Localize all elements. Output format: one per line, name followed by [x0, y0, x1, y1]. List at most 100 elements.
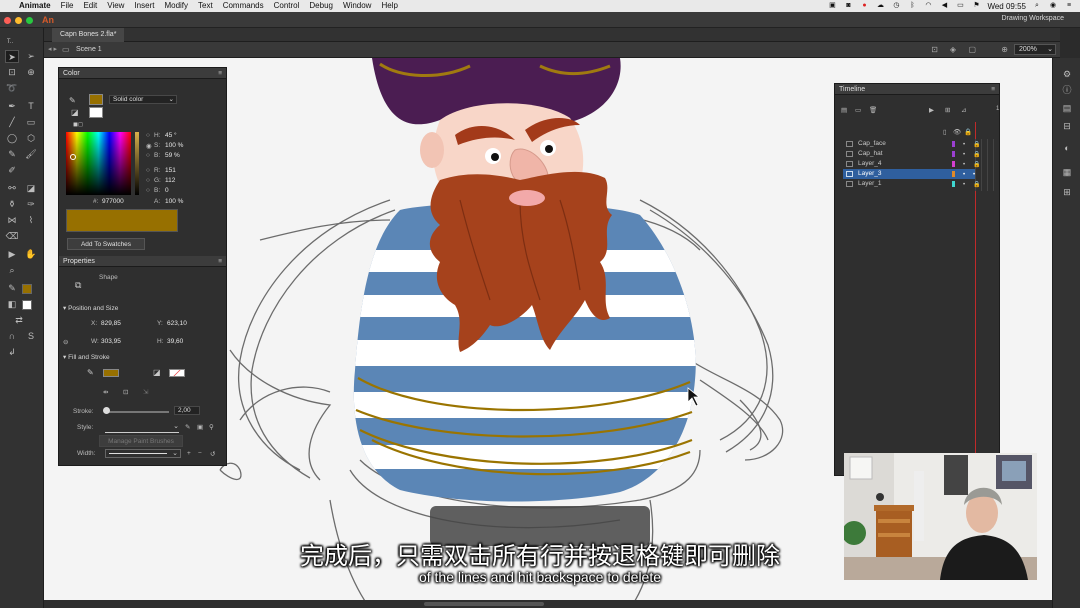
- asset-warp-tool-icon[interactable]: ⌇: [24, 214, 38, 227]
- g-value[interactable]: 112: [165, 177, 175, 184]
- new-folder-icon[interactable]: ▭: [855, 106, 861, 114]
- cloud-icon[interactable]: ☁: [875, 2, 885, 10]
- time-machine-icon[interactable]: ◷: [891, 2, 901, 10]
- menu-insert[interactable]: Insert: [129, 0, 159, 12]
- stroke-slider[interactable]: [105, 411, 169, 413]
- new-layer-icon[interactable]: ▤: [841, 106, 847, 114]
- g-radio[interactable]: ○: [146, 177, 150, 184]
- ink-bottle-tool-icon[interactable]: ⚱: [5, 198, 19, 211]
- brush-library-icon[interactable]: ▣: [197, 423, 203, 431]
- transform-icon[interactable]: ⊞: [1060, 186, 1074, 199]
- r-value[interactable]: 151: [165, 167, 176, 174]
- stroke-pencil-icon[interactable]: ✎: [69, 96, 76, 105]
- outline-toggle-icon[interactable]: ▯: [943, 128, 947, 136]
- stroke-swatch[interactable]: [89, 94, 103, 105]
- manage-paint-brushes-button[interactable]: Manage Paint Brushes: [99, 435, 183, 447]
- layer-name[interactable]: Cap_hat: [858, 149, 883, 159]
- brightness-slider[interactable]: [135, 132, 139, 195]
- horizontal-scrollbar[interactable]: [44, 600, 1052, 608]
- hex-value[interactable]: 977000: [102, 198, 124, 205]
- stroke-slider-handle[interactable]: [103, 407, 110, 414]
- width-profile-select[interactable]: ⌄: [105, 449, 181, 458]
- h-value[interactable]: 45 °: [165, 132, 177, 139]
- snap-magnet-icon[interactable]: ∩: [5, 330, 19, 343]
- color-spectrum[interactable]: [66, 132, 131, 195]
- bone-tool-icon[interactable]: ⚯: [5, 182, 19, 195]
- menu-text[interactable]: Text: [193, 0, 218, 12]
- clock[interactable]: Wed 09:55: [987, 2, 1026, 11]
- menu-debug[interactable]: Debug: [304, 0, 338, 12]
- paint-brush-tool-icon[interactable]: ✐: [5, 164, 19, 177]
- selection-tool-icon[interactable]: ➤: [5, 50, 19, 63]
- h-size-value[interactable]: 39,60: [167, 338, 183, 345]
- hand-tool-icon[interactable]: ✋: [24, 248, 38, 261]
- eyedropper-tool-icon[interactable]: ✑: [24, 198, 38, 211]
- timeline-menu-icon[interactable]: ≡: [991, 86, 995, 93]
- camera-icon[interactable]: ◙: [843, 2, 853, 10]
- scene-label[interactable]: Scene 1: [76, 46, 102, 53]
- center-stage-icon[interactable]: ⊕: [1001, 45, 1008, 54]
- swap-colors-icon[interactable]: ⇄: [12, 314, 26, 327]
- width-tool-icon[interactable]: ⋈: [5, 214, 19, 227]
- fill-color-swatch[interactable]: [22, 300, 32, 310]
- pencil-tool-icon[interactable]: ✎: [5, 148, 19, 161]
- blue-value[interactable]: 0: [165, 187, 169, 194]
- layer-visible-dot[interactable]: •: [963, 180, 965, 190]
- stroke-color-swatch[interactable]: [22, 284, 32, 294]
- back-arrow-icon[interactable]: ◂ ▸: [48, 45, 57, 53]
- menu-modify[interactable]: Modify: [159, 0, 193, 12]
- battery-icon[interactable]: ▭: [955, 2, 965, 10]
- camera-layer-icon[interactable]: ▶: [929, 106, 934, 114]
- h-radio[interactable]: ○: [146, 132, 150, 139]
- w-value[interactable]: 303,95: [101, 338, 121, 345]
- expand-icon[interactable]: ⇲: [143, 388, 148, 396]
- volume-icon[interactable]: ◀: [939, 2, 949, 10]
- menu-list-icon[interactable]: ≡: [1064, 2, 1074, 10]
- menu-window[interactable]: Window: [338, 0, 376, 12]
- text-tool-icon[interactable]: T: [24, 100, 38, 113]
- paint-bucket-tool-icon[interactable]: ◪: [24, 182, 38, 195]
- workspace-switcher[interactable]: Drawing Workspace: [1001, 15, 1064, 22]
- style-select[interactable]: ⌄: [105, 423, 179, 433]
- width-reset-icon[interactable]: ↺: [210, 450, 215, 458]
- lock-toggle-icon[interactable]: 🔒: [964, 128, 972, 136]
- document-tab[interactable]: Capn Bones 2.fla*: [52, 28, 125, 42]
- snap-icon[interactable]: ⊡: [931, 45, 938, 54]
- scroll-thumb[interactable]: [424, 602, 544, 606]
- layer-row[interactable]: Layer_1 • 🔒: [843, 179, 980, 190]
- clip-icon[interactable]: ▢: [968, 45, 976, 54]
- stroke-value-field[interactable]: 2,00: [174, 406, 200, 415]
- brush-icon[interactable]: ⚲: [209, 423, 214, 431]
- s-radio[interactable]: ◉: [146, 142, 152, 150]
- link-icon[interactable]: ⊖: [63, 338, 68, 346]
- line-tool-icon[interactable]: ╱: [5, 116, 19, 129]
- layer-name[interactable]: Cap_face: [858, 139, 886, 149]
- zoom-window-button[interactable]: [26, 17, 33, 24]
- reset-colors-icon[interactable]: ◼◻: [73, 121, 83, 128]
- straighten-icon[interactable]: ↲: [5, 346, 19, 359]
- info-icon[interactable]: ⓘ: [1060, 84, 1074, 97]
- layer-parent-icon[interactable]: ⊞: [945, 106, 950, 114]
- user-icon[interactable]: ◉: [1048, 2, 1058, 10]
- panel-menu-icon[interactable]: ≡: [218, 70, 222, 77]
- fill-color-icon[interactable]: ◧: [5, 298, 19, 311]
- color-icon[interactable]: ◐: [1060, 142, 1074, 155]
- menu-control[interactable]: Control: [269, 0, 305, 12]
- menu-view[interactable]: View: [102, 0, 129, 12]
- b-radio[interactable]: ○: [146, 152, 150, 159]
- zoom-select[interactable]: 200% ⌄: [1014, 44, 1056, 55]
- s-value[interactable]: 100 %: [165, 142, 183, 149]
- width-plus-icon[interactable]: +: [187, 450, 191, 457]
- edit-symbols-icon[interactable]: ◈: [950, 45, 956, 54]
- layer-name[interactable]: Layer_4: [858, 159, 882, 169]
- blue-radio[interactable]: ○: [146, 187, 150, 194]
- eraser-tool-icon[interactable]: ⌫: [5, 230, 19, 243]
- swatches-icon[interactable]: ▦: [1060, 166, 1074, 179]
- 3d-rotation-tool-icon[interactable]: ⊕: [24, 66, 38, 79]
- search-icon[interactable]: ⌕: [1032, 2, 1042, 10]
- stroke-color-icon[interactable]: ✎: [5, 282, 19, 295]
- fill-stroke-section[interactable]: ▾ Fill and Stroke: [59, 353, 226, 363]
- lasso-tool-icon[interactable]: ➰: [5, 82, 19, 95]
- alpha-value[interactable]: 100 %: [165, 198, 183, 205]
- x-value[interactable]: 829,85: [101, 320, 121, 327]
